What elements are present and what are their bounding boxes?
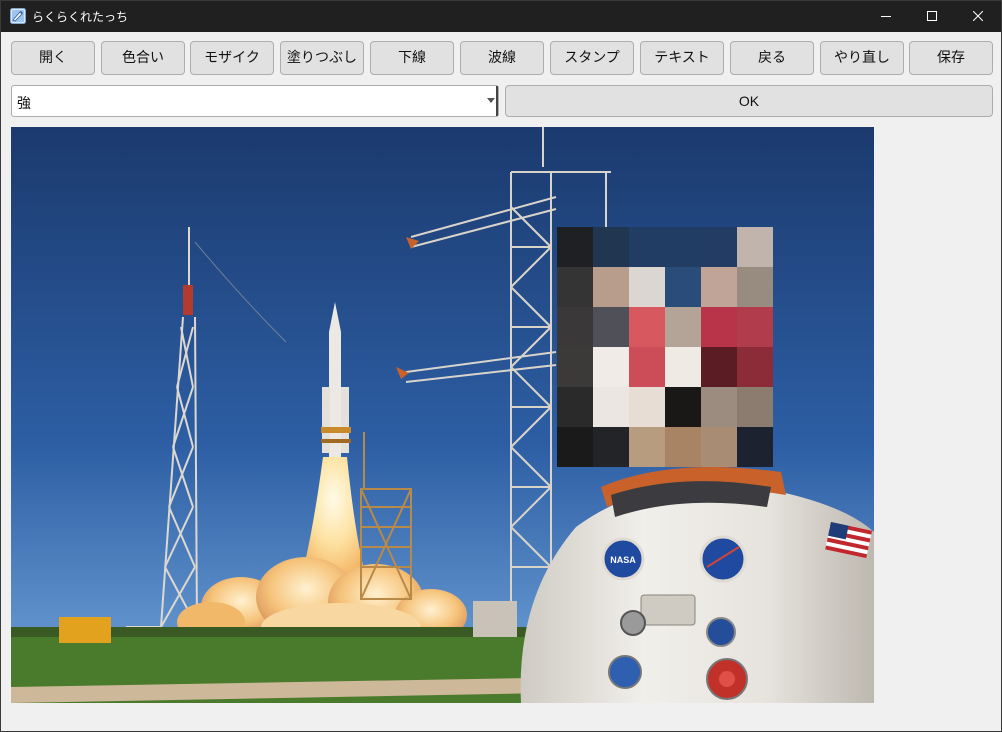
mosaic-cell — [737, 387, 773, 427]
title-bar: らくらくれたっち — [1, 1, 1001, 32]
close-icon — [973, 11, 983, 21]
mosaic-cell — [593, 347, 629, 387]
mosaic-cell — [665, 347, 701, 387]
mosaic-cell — [593, 267, 629, 307]
fill-button[interactable]: 塗りつぶし — [280, 41, 364, 75]
mosaic-cell — [665, 427, 701, 467]
minimize-button[interactable] — [863, 1, 909, 32]
mosaic-cell — [557, 307, 593, 347]
ok-button[interactable]: OK — [505, 85, 993, 117]
mosaic-cell — [629, 427, 665, 467]
redo-button[interactable]: やり直し — [820, 41, 904, 75]
mosaic-cell — [701, 427, 737, 467]
select-border-accent — [496, 86, 498, 116]
mosaic-cell — [557, 227, 593, 267]
mosaic-cell — [737, 227, 773, 267]
mosaic-cell — [665, 267, 701, 307]
open-button[interactable]: 開く — [11, 41, 95, 75]
image-canvas[interactable]: NASA — [11, 127, 874, 703]
undo-button[interactable]: 戻る — [730, 41, 814, 75]
mosaic-cell — [737, 347, 773, 387]
mosaic-cell — [593, 307, 629, 347]
mosaic-cell — [593, 387, 629, 427]
app-window: らくらくれたっち 開く 色合い モザイク 塗りつぶし 下線 波線 スタンプ テキ… — [0, 0, 1002, 732]
maximize-button[interactable] — [909, 1, 955, 32]
mosaic-cell — [629, 227, 665, 267]
mosaic-cell — [701, 307, 737, 347]
nasa-badge-text: NASA — [610, 555, 636, 565]
strength-select-value: 強 — [17, 96, 31, 112]
chevron-down-icon — [487, 98, 495, 103]
tower-red-band — [183, 285, 193, 315]
mosaic-cell — [665, 307, 701, 347]
mosaic-cell — [557, 267, 593, 307]
maximize-icon — [927, 11, 937, 21]
text-button[interactable]: テキスト — [640, 41, 724, 75]
minimize-icon — [881, 16, 891, 17]
window-title: らくらくれたっち — [32, 10, 129, 24]
mosaic-cell — [737, 267, 773, 307]
mosaic-cell — [737, 307, 773, 347]
mosaic-cell — [557, 347, 593, 387]
mosaic-cell — [665, 387, 701, 427]
underline-button[interactable]: 下線 — [370, 41, 454, 75]
mosaic-cell — [593, 427, 629, 467]
mosaic-cell — [737, 427, 773, 467]
stamp-button[interactable]: スタンプ — [550, 41, 634, 75]
mosaic-button[interactable]: モザイク — [190, 41, 274, 75]
close-button[interactable] — [955, 1, 1001, 32]
mosaic-cell — [701, 387, 737, 427]
photo-scene: NASA — [11, 127, 874, 703]
mosaic-cell — [701, 267, 737, 307]
strength-select[interactable]: 強 — [11, 85, 499, 117]
mosaic-block — [557, 227, 773, 467]
mosaic-cell — [701, 227, 737, 267]
wavy-line-button[interactable]: 波線 — [460, 41, 544, 75]
mosaic-cell — [629, 307, 665, 347]
mosaic-cell — [665, 227, 701, 267]
mosaic-cell — [701, 347, 737, 387]
mosaic-cell — [557, 387, 593, 427]
hue-button[interactable]: 色合い — [101, 41, 185, 75]
save-button[interactable]: 保存 — [909, 41, 993, 75]
mosaic-cell — [593, 227, 629, 267]
mosaic-cell — [629, 267, 665, 307]
mosaic-cell — [557, 427, 593, 467]
service-truck — [59, 617, 111, 643]
app-icon — [10, 8, 26, 24]
mosaic-cell — [629, 347, 665, 387]
building-right — [473, 601, 517, 637]
mosaic-cell — [629, 387, 665, 427]
